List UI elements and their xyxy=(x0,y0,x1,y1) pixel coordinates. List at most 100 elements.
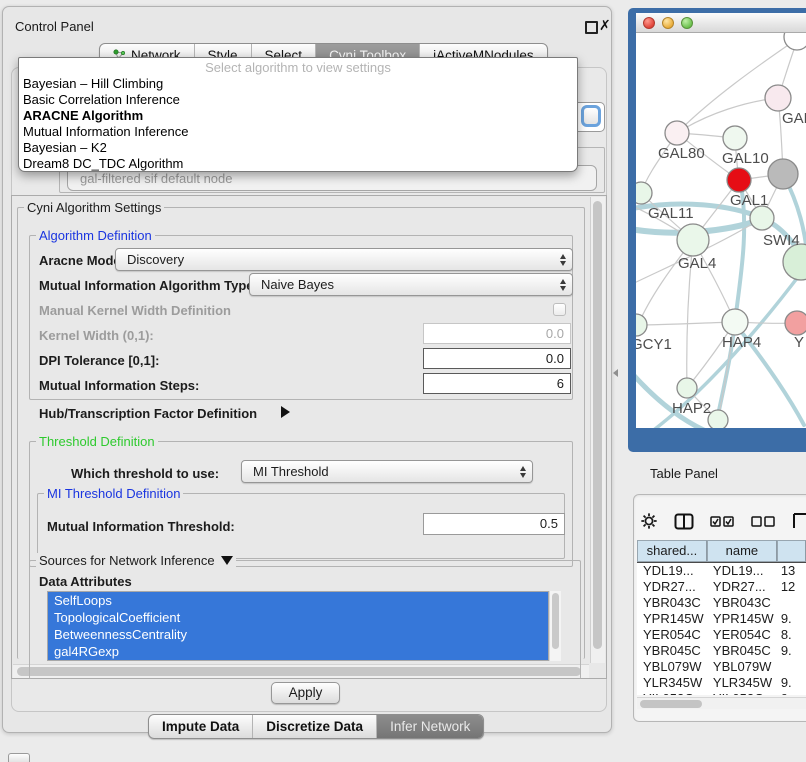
list-item[interactable]: gal4RGexp xyxy=(48,643,548,660)
node-gal4[interactable] xyxy=(677,224,709,256)
node-gal1-red[interactable] xyxy=(727,168,751,192)
list-item[interactable]: SelfLoops xyxy=(48,592,548,609)
label-hap4: HAP4 xyxy=(722,334,761,351)
mi-threshold-label: Mutual Information Threshold: xyxy=(47,519,235,534)
node-partial-right[interactable] xyxy=(783,244,806,280)
mi-steps-label: Mutual Information Steps: xyxy=(39,378,199,393)
select-all-checkboxes-icon[interactable] xyxy=(710,516,735,527)
kernel-width-label: Kernel Width (0,1): xyxy=(39,328,154,343)
table-row[interactable]: YBR045CYBR045C9. xyxy=(637,643,806,659)
node-hap4[interactable] xyxy=(722,309,748,335)
tab-infer-network[interactable]: Infer Network xyxy=(376,715,483,738)
settings-vertical-scrollbar[interactable] xyxy=(590,197,605,663)
algorithm-definition-title: Algorithm Definition xyxy=(36,228,155,243)
tab-impute-data[interactable]: Impute Data xyxy=(149,715,252,738)
dpi-tolerance-label: DPI Tolerance [0,1]: xyxy=(39,353,159,368)
stepper-icon xyxy=(560,254,572,266)
close-icon[interactable]: ✗ xyxy=(599,17,611,34)
table-row[interactable]: YPR145WYPR145W9. xyxy=(637,611,806,627)
label-gal-partial: GAL xyxy=(782,110,806,127)
list-item[interactable]: BetweennessCentrality xyxy=(48,626,548,643)
close-traffic-light[interactable] xyxy=(643,17,655,29)
list-item[interactable]: TopologicalCoefficient xyxy=(48,609,548,626)
table-row[interactable]: YDL19...YDL19...13 xyxy=(637,563,806,579)
node-partial-top[interactable] xyxy=(784,33,806,50)
stepper-focus-ring[interactable] xyxy=(581,105,601,127)
node-gal-partial[interactable] xyxy=(765,85,791,111)
expand-right-icon[interactable] xyxy=(281,406,290,418)
minimize-traffic-light[interactable] xyxy=(662,17,674,29)
network-canvas[interactable]: GAL GAL80 GAL10 GAL1 GAL11 SWI4 GAL4 GCY… xyxy=(636,33,806,428)
table-row[interactable]: YDR27...YDR27...12 xyxy=(637,579,806,595)
label-gal4: GAL4 xyxy=(678,255,716,272)
attributes-list-scroll-thumb[interactable] xyxy=(552,593,559,649)
dropdown-item[interactable]: Basic Correlation Inference xyxy=(19,92,577,108)
node-gal10[interactable] xyxy=(723,126,747,150)
splitter-collapse-icon[interactable] xyxy=(613,369,618,377)
mi-steps-field[interactable]: 6 xyxy=(423,373,571,394)
column-header-name[interactable]: name xyxy=(707,540,777,562)
deselect-all-checkboxes-icon[interactable] xyxy=(751,516,776,527)
table-mode-icon-partial[interactable] xyxy=(792,512,806,530)
stepper-icon xyxy=(520,466,532,478)
aracne-mode-combo[interactable]: Discovery xyxy=(115,248,573,271)
kernel-width-field[interactable]: 0.0 xyxy=(423,323,571,344)
mi-threshold-definition-title: MI Threshold Definition xyxy=(44,486,183,501)
table-row[interactable]: YBR043CYBR043C xyxy=(637,595,806,611)
which-threshold-combo[interactable]: MI Threshold xyxy=(241,460,533,483)
column-header-shared[interactable]: shared... xyxy=(637,540,707,562)
table-panel-title: Table Panel xyxy=(650,466,718,481)
hub-section-label[interactable]: Hub/Transcription Factor Definition xyxy=(39,406,257,421)
which-threshold-label: Which threshold to use: xyxy=(71,466,219,481)
aracne-mode-label: Aracne Mode: xyxy=(39,253,125,268)
sources-title: Sources for Network Inference xyxy=(39,553,215,568)
node-swi4[interactable] xyxy=(750,206,774,230)
node-gcy1[interactable] xyxy=(636,314,647,336)
dropdown-item[interactable]: Bayesian – K2 xyxy=(19,140,577,156)
mi-threshold-field[interactable]: 0.5 xyxy=(423,513,565,535)
threshold-definition-title: Threshold Definition xyxy=(36,434,158,449)
dropdown-item-selected[interactable]: ARACNE Algorithm xyxy=(19,108,577,124)
dpi-tolerance-field[interactable]: 0.0 xyxy=(423,348,571,369)
table-horizontal-scrollbar[interactable] xyxy=(637,697,806,709)
table-row[interactable]: YER054CYER054C8. xyxy=(637,627,806,643)
tab-discretize-data[interactable]: Discretize Data xyxy=(252,715,376,738)
settings-vscroll-thumb[interactable] xyxy=(593,201,602,649)
data-attributes-list[interactable]: SelfLoops TopologicalCoefficient Between… xyxy=(47,591,549,661)
corner-button-partial[interactable] xyxy=(8,753,30,762)
float-window-icon[interactable] xyxy=(585,21,598,34)
collapse-down-icon[interactable] xyxy=(221,556,233,565)
table-row[interactable]: YLR345WYLR345W9. xyxy=(637,675,806,691)
network-window-titlebar[interactable] xyxy=(636,13,806,33)
table-row[interactable]: YIL052CYIL052C9 xyxy=(637,691,806,695)
dropdown-item[interactable]: Dream8 DC_TDC Algorithm xyxy=(19,156,577,172)
control-panel-title: Control Panel xyxy=(15,19,94,34)
label-hap2: HAP2 xyxy=(672,400,711,417)
dropdown-item[interactable]: Bayesian – Hill Climbing xyxy=(19,76,577,92)
node-gal80[interactable] xyxy=(665,121,689,145)
label-gal80: GAL80 xyxy=(658,145,705,162)
manual-kernel-width-label: Manual Kernel Width Definition xyxy=(39,303,231,318)
attributes-list-scrollbar[interactable] xyxy=(549,591,561,661)
node-gal11[interactable] xyxy=(636,182,652,204)
columns-icon[interactable] xyxy=(674,513,694,530)
column-header-partial[interactable] xyxy=(777,540,806,562)
table-row[interactable]: YBL079WYBL079W xyxy=(637,659,806,675)
screen: Control Panel ✗ gal-filtered sif default… xyxy=(0,0,806,762)
apply-button[interactable]: Apply xyxy=(271,682,340,704)
label-swi4: SWI4 xyxy=(763,232,800,249)
table-hscroll-thumb[interactable] xyxy=(640,700,702,708)
node-hap2[interactable] xyxy=(677,378,697,398)
dropdown-prompt: Select algorithm to view settings xyxy=(19,58,577,76)
node-y-partial[interactable] xyxy=(785,311,806,335)
manual-kernel-width-checkbox[interactable] xyxy=(553,303,566,316)
label-gal1: GAL1 xyxy=(730,192,768,209)
dropdown-item[interactable]: Mutual Information Inference xyxy=(19,124,577,140)
mi-algorithm-type-combo[interactable]: Naive Bayes xyxy=(249,273,573,296)
network-combo-value: gal-filtered sif default node xyxy=(80,171,232,186)
data-attributes-label: Data Attributes xyxy=(39,574,132,589)
gear-icon[interactable] xyxy=(640,512,658,530)
zoom-traffic-light[interactable] xyxy=(681,17,693,29)
algorithm-dropdown-popup: Select algorithm to view settings Bayesi… xyxy=(18,57,578,172)
node-gray[interactable] xyxy=(768,159,798,189)
